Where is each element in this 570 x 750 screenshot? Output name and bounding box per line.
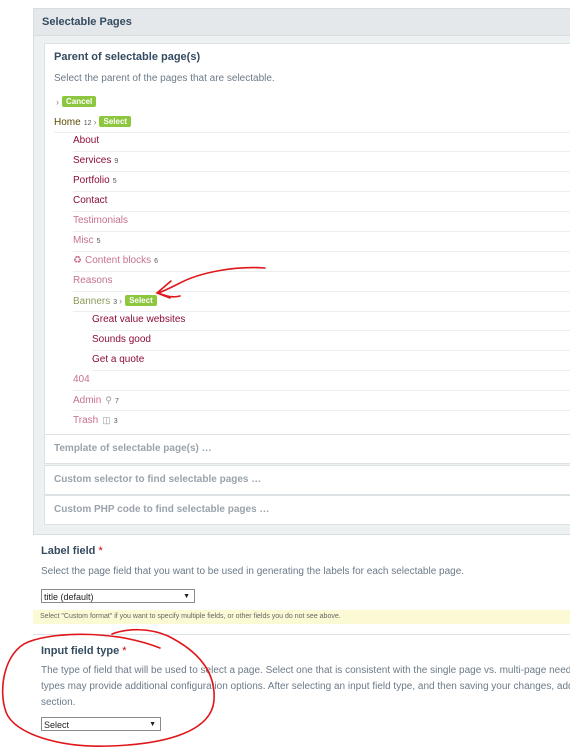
input-field-type-selected: Select bbox=[44, 720, 70, 730]
page-link-trash[interactable]: Trash bbox=[73, 415, 98, 426]
label-field-note: Select "Custom format" if you want to sp… bbox=[33, 610, 570, 624]
page-item-get-a-quote: Get a quote bbox=[92, 350, 570, 371]
page-link-home[interactable]: Home bbox=[54, 117, 81, 128]
page-item-sounds-good: Sounds good bbox=[92, 330, 570, 351]
page-item-about: About bbox=[73, 131, 570, 152]
child-count: 7 bbox=[114, 398, 119, 405]
custom-php-section-label: Custom PHP code to find selectable pages… bbox=[54, 504, 270, 515]
child-count: 5 bbox=[96, 238, 101, 245]
cancel-row: › Cancel bbox=[54, 92, 97, 112]
child-count: 3 bbox=[113, 299, 118, 306]
label-field-title-text: Label field bbox=[41, 545, 96, 557]
template-section-label: Template of selectable page(s) … bbox=[54, 443, 212, 454]
page-item-home: Home 12 › Select bbox=[54, 112, 570, 133]
child-count: 12 bbox=[83, 120, 92, 127]
description-line: The type of field that will be used to s… bbox=[41, 665, 570, 676]
description-line: section. bbox=[41, 697, 76, 708]
page-link-testimonials[interactable]: Testimonials bbox=[73, 215, 128, 226]
page-link-misc[interactable]: Misc bbox=[73, 235, 94, 246]
page-link-great-value-websites[interactable]: Great value websites bbox=[92, 314, 185, 325]
child-count: 5 bbox=[112, 178, 117, 185]
custom-selector-section[interactable]: Custom selector to find selectable pages… bbox=[44, 465, 570, 495]
description-line: types may provide additional configurati… bbox=[41, 681, 570, 692]
chevron-right-icon: › bbox=[93, 117, 97, 127]
page-link-banners[interactable]: Banners bbox=[73, 296, 110, 307]
input-field-type-title[interactable]: Input field type * bbox=[41, 645, 127, 657]
page-item-misc: Misc 5 bbox=[73, 231, 570, 252]
cancel-button[interactable]: Cancel bbox=[62, 96, 97, 107]
required-mark: * bbox=[122, 645, 127, 657]
page-link-portfolio[interactable]: Portfolio bbox=[73, 175, 110, 186]
page-link-sounds-good[interactable]: Sounds good bbox=[92, 334, 151, 345]
input-field-type-description: The type of field that will be used to s… bbox=[41, 663, 570, 711]
page-link-reasons[interactable]: Reasons bbox=[73, 275, 112, 286]
panel-header[interactable]: Selectable Pages bbox=[34, 9, 570, 36]
parent-of-selectable-pages-card: Parent of selectable page(s) Select the … bbox=[44, 43, 570, 443]
page-link-contact[interactable]: Contact bbox=[73, 195, 107, 206]
page-link-about[interactable]: About bbox=[73, 135, 99, 146]
parent-section-description: Select the parent of the pages that are … bbox=[54, 73, 275, 84]
input-field-type-title-text: Input field type bbox=[41, 645, 120, 657]
page-link-services[interactable]: Services bbox=[73, 155, 111, 166]
select-button-home[interactable]: Select bbox=[99, 116, 132, 127]
chevron-right-icon: › bbox=[56, 97, 59, 107]
label-field-select[interactable]: title (default) ▼ bbox=[41, 589, 195, 603]
select-button-banners[interactable]: Select bbox=[125, 295, 157, 306]
page-item-banners: Banners 3 › Select bbox=[73, 291, 570, 312]
page-item-great-value-websites: Great value websites bbox=[92, 310, 570, 331]
page-link-admin[interactable]: Admin bbox=[73, 395, 101, 406]
page-item-trash: Trash ◫ 3 bbox=[73, 410, 570, 430]
page-item-content-blocks: ♻ Content blocks 6 bbox=[73, 251, 570, 272]
page-item-admin: Admin ⚲ 7 bbox=[73, 390, 570, 411]
parent-section-title[interactable]: Parent of selectable page(s) bbox=[54, 51, 200, 63]
label-field-selected: title (default) bbox=[44, 592, 94, 602]
key-icon: ⚲ bbox=[105, 395, 112, 405]
input-field-type-select[interactable]: Select ▼ bbox=[41, 717, 161, 731]
child-count: 9 bbox=[114, 158, 119, 165]
page-link-content-blocks[interactable]: Content blocks bbox=[85, 255, 151, 266]
page-link-get-a-quote[interactable]: Get a quote bbox=[92, 354, 144, 365]
child-count: 6 bbox=[154, 258, 159, 265]
custom-php-section[interactable]: Custom PHP code to find selectable pages… bbox=[44, 495, 570, 525]
page-link-404[interactable]: 404 bbox=[73, 374, 90, 385]
chevron-right-icon: › bbox=[119, 296, 123, 306]
child-count: 3 bbox=[113, 418, 118, 425]
page-item-services: Services 9 bbox=[73, 151, 570, 172]
page-item-contact: Contact bbox=[73, 191, 570, 212]
divider bbox=[33, 634, 570, 635]
required-mark: * bbox=[98, 545, 103, 557]
trash-icon: ◫ bbox=[102, 415, 111, 425]
page-item-reasons: Reasons bbox=[73, 271, 570, 292]
selectable-pages-panel: Selectable Pages Parent of selectable pa… bbox=[33, 8, 570, 535]
label-field-description: Select the page field that you want to b… bbox=[41, 566, 465, 577]
blocks-icon: ♻ bbox=[73, 255, 82, 266]
page-item-404: 404 bbox=[73, 370, 570, 391]
page-item-testimonials: Testimonials bbox=[73, 211, 570, 232]
page-item-portfolio: Portfolio 5 bbox=[73, 171, 570, 192]
dropdown-arrow-icon: ▼ bbox=[149, 721, 156, 728]
custom-selector-section-label: Custom selector to find selectable pages… bbox=[54, 474, 262, 485]
dropdown-arrow-icon: ▼ bbox=[183, 593, 190, 600]
template-section[interactable]: Template of selectable page(s) … bbox=[44, 434, 570, 464]
label-field-title[interactable]: Label field * bbox=[41, 545, 103, 557]
